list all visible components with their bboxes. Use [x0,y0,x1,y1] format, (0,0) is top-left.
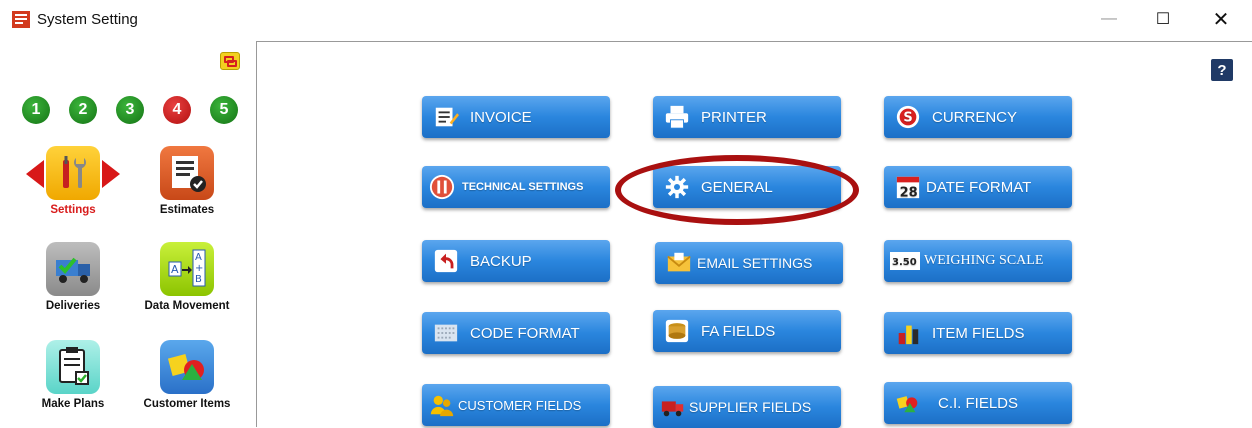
customer-icon [428,391,456,419]
button-label: BACKUP [470,252,532,270]
minimize-button[interactable]: — [1086,0,1132,38]
button-label: DATE FORMAT [926,178,1032,196]
email-icon [665,249,693,277]
scale-display-value: 3.50 [892,257,917,268]
button-label: CURRENCY [932,108,1018,126]
module-label: Settings [50,204,96,216]
settings-panel: ? INVOICE PRINTER S CURRENCY TECHNICAL S… [256,41,1252,428]
svg-text:B: B [195,274,202,285]
backup-icon [432,247,460,275]
gear-icon [663,173,691,201]
invoice-icon [432,103,460,131]
switch-window-icon[interactable] [220,52,240,70]
ci-fields-button[interactable]: C.I. FIELDS [884,382,1072,424]
invoice-button[interactable]: INVOICE [422,96,610,138]
email-settings-button[interactable]: EMAIL SETTINGS [655,242,843,284]
step-3-button[interactable]: 3 [116,96,144,124]
currency-icon: S [894,103,922,131]
maximize-button[interactable]: ☐ [1140,0,1186,38]
customer-fields-button[interactable]: CUSTOMER FIELDS [422,384,610,426]
arrow-left-icon [26,160,44,188]
app-cart-icon [12,11,30,28]
module-data-movement[interactable]: A A + B Data Movement [137,242,237,312]
button-label: SUPPLIER FIELDS [689,399,812,415]
delivery-truck-icon [46,242,100,296]
tools-icon [26,146,120,200]
technical-settings-icon [428,173,456,201]
module-make-plans[interactable]: Make Plans [23,340,123,410]
printer-icon [663,103,691,131]
module-label: Deliveries [45,300,101,312]
svg-text:A: A [195,252,202,263]
module-label: Customer Items [143,398,231,410]
module-estimates[interactable]: Estimates [137,146,237,216]
clipboard-check-icon [46,340,100,394]
module-label: Data Movement [144,300,230,312]
svg-text:A: A [171,263,179,276]
button-label: C.I. FIELDS [938,394,1019,412]
window-title: System Setting [37,11,138,28]
item-fields-icon [894,319,922,347]
svg-text:S: S [903,111,912,126]
supplier-fields-button[interactable]: SUPPLIER FIELDS [653,386,841,428]
arrow-right-icon [102,160,120,188]
calendar-day-number: 28 [900,185,918,200]
date-format-button[interactable]: 28 DATE FORMAT [884,166,1072,208]
button-label: FA FIELDS [701,322,776,340]
calendar-icon: 28 [894,173,922,201]
button-label: TECHNICAL SETTINGS [462,181,584,193]
step-5-button[interactable]: 5 [210,96,238,124]
supplier-truck-icon [659,393,687,421]
button-label: CUSTOMER FIELDS [458,397,582,413]
module-customer-items[interactable]: Customer Items [137,340,237,410]
module-label: Estimates [159,204,215,216]
code-format-icon [432,319,460,347]
help-button[interactable]: ? [1211,59,1233,81]
module-label: Make Plans [41,398,105,410]
step-4-button[interactable]: 4 [163,96,191,124]
weighing-scale-button[interactable]: 3.50 WEIGHING SCALE [884,240,1072,282]
backup-button[interactable]: BACKUP [422,240,610,282]
button-label: EMAIL SETTINGS [697,255,813,271]
step-2-button[interactable]: 2 [69,96,97,124]
title-bar: System Setting — ☐ ✕ [0,0,1252,38]
scale-icon: 3.50 [890,247,920,275]
currency-button[interactable]: S CURRENCY [884,96,1072,138]
technical-settings-button[interactable]: TECHNICAL SETTINGS [422,166,610,208]
data-movement-icon: A A + B [160,242,214,296]
button-label: PRINTER [701,108,767,126]
button-label: CODE FORMAT [470,324,580,342]
module-settings[interactable]: Settings [23,146,123,216]
printer-button[interactable]: PRINTER [653,96,841,138]
module-sidebar: 1 2 3 4 5 Settings Estimates Deliveries … [0,38,255,427]
coins-icon [663,317,691,345]
document-check-icon [160,146,214,200]
button-label: GENERAL [701,178,773,196]
close-button[interactable]: ✕ [1198,0,1244,38]
button-label: WEIGHING SCALE [924,253,1044,268]
svg-text:+: + [195,263,203,274]
ci-shapes-icon [894,389,922,417]
step-1-button[interactable]: 1 [22,96,50,124]
shapes-icon [160,340,214,394]
item-fields-button[interactable]: ITEM FIELDS [884,312,1072,354]
button-label: ITEM FIELDS [932,324,1025,342]
code-format-button[interactable]: CODE FORMAT [422,312,610,354]
button-label: INVOICE [470,108,532,126]
general-button[interactable]: GENERAL [653,166,841,208]
fa-fields-button[interactable]: FA FIELDS [653,310,841,352]
system-setting-window: System Setting — ☐ ✕ 1 2 3 4 5 Settings … [0,0,1252,428]
module-deliveries[interactable]: Deliveries [23,242,123,312]
